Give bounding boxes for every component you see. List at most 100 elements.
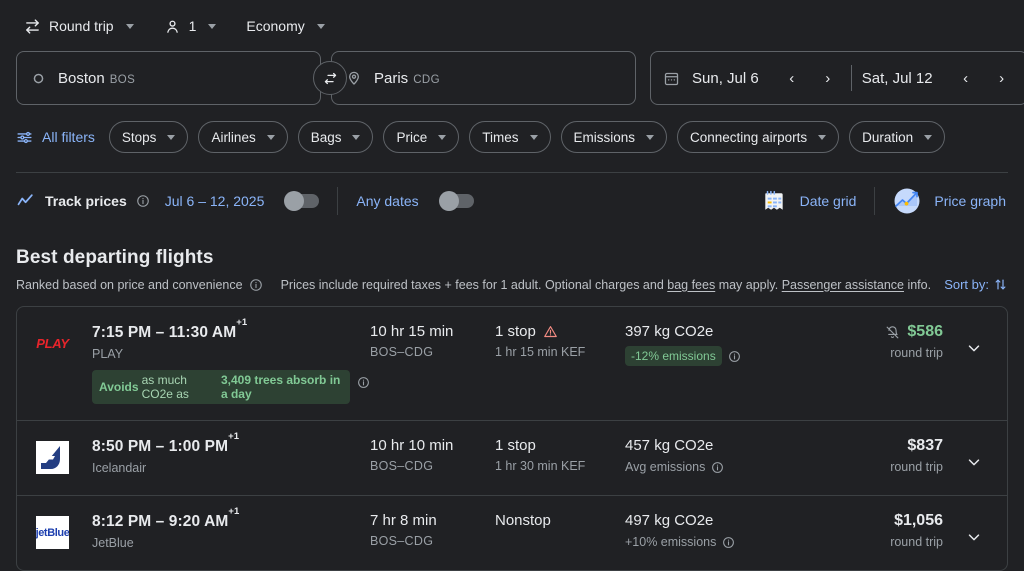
- flight-stops-column: Nonstop: [495, 512, 625, 534]
- return-date-value: Sat, Jul 12: [861, 69, 933, 87]
- return-next-day-button[interactable]: ›: [989, 65, 1015, 91]
- table-row[interactable]: 8:50 PM – 1:00 PM+1 Icelandair 10 hr 10 …: [17, 421, 1007, 497]
- eco-badge-bold: Avoids: [99, 380, 139, 395]
- chevron-down-icon: [529, 134, 538, 140]
- filter-pill-duration[interactable]: Duration: [849, 121, 946, 153]
- passengers-selector[interactable]: 1: [156, 14, 225, 39]
- toggle-knob: [438, 191, 459, 211]
- sort-by-button[interactable]: Sort by:: [944, 277, 1008, 292]
- table-row[interactable]: jetBlue 8:12 PM – 9:20 AM+1 JetBlue 7 hr…: [17, 496, 1007, 570]
- filter-pill-connecting-airports[interactable]: Connecting airports: [677, 121, 840, 153]
- price-graph-label: Price graph: [934, 193, 1006, 209]
- return-date-cell[interactable]: Sat, Jul 12 ‹ ›: [862, 65, 1015, 91]
- bell-off-icon[interactable]: [885, 325, 900, 340]
- date-range-field[interactable]: Sun, Jul 6 ‹ › Sat, Jul 12 ‹ ›: [650, 51, 1024, 105]
- divider: [337, 187, 339, 215]
- flight-emissions: 457 kg CO2e: [625, 437, 714, 455]
- expand-flight-button[interactable]: [957, 445, 991, 479]
- date-grid-label: Date grid: [799, 193, 857, 209]
- date-divider: [850, 65, 852, 91]
- expand-flight-button[interactable]: [957, 520, 991, 554]
- all-filters-label: All filters: [42, 129, 95, 145]
- filter-pill-times[interactable]: Times: [469, 121, 551, 153]
- flight-times-text: 7:15 PM – 11:30 AM: [92, 324, 237, 342]
- date-grid-button[interactable]: Date grid: [760, 188, 857, 215]
- swap-arrows-icon: [323, 71, 338, 86]
- icelandair-logo: [36, 441, 69, 475]
- filter-label: Stops: [121, 129, 157, 145]
- origin-code: BOS: [109, 73, 136, 86]
- eco-badge-row: Avoids as much CO2e as 3,409 trees absor…: [92, 361, 370, 405]
- toggle-knob: [284, 191, 305, 211]
- depart-next-day-button[interactable]: ›: [815, 65, 841, 91]
- airline-name: PLAY: [92, 347, 124, 362]
- origin-field[interactable]: Boston BOS: [16, 51, 321, 105]
- price-line: $1,056: [805, 512, 943, 530]
- filter-pill-airlines[interactable]: Airlines: [198, 121, 288, 153]
- flight-emissions: 397 kg CO2e: [625, 323, 714, 340]
- filter-pill-bags[interactable]: Bags: [297, 121, 374, 153]
- filter-label: Price: [396, 129, 428, 145]
- flight-price: $1,056: [894, 512, 943, 530]
- flight-results-card: PLAY 7:15 PM – 11:30 AM+1 PLAY Avoids as…: [16, 306, 1008, 571]
- day-offset: +1: [228, 506, 240, 518]
- track-prices-toggle[interactable]: [284, 191, 320, 211]
- flight-stops: Nonstop: [495, 512, 625, 529]
- cabin-class-selector[interactable]: Economy: [238, 14, 332, 38]
- circle-icon: [31, 71, 46, 86]
- flight-times-text: 8:50 PM – 1:00 PM: [92, 438, 229, 456]
- track-prices-bar: Track prices Jul 6 – 12, 2025 Any dates: [0, 173, 1024, 229]
- any-dates-label: Any dates: [356, 193, 419, 209]
- flight-emissions-sub: Avg emissions: [625, 460, 805, 474]
- filter-pill-emissions[interactable]: Emissions: [560, 121, 668, 153]
- info-icon[interactable]: [357, 376, 370, 389]
- info-icon[interactable]: [722, 536, 735, 549]
- bag-fees-link[interactable]: bag fees: [667, 278, 715, 292]
- sort-by-label: Sort by:: [944, 277, 989, 292]
- airline-name: JetBlue: [92, 536, 134, 551]
- info-icon[interactable]: [711, 461, 724, 474]
- ranked-note: Ranked based on price and convenience: [16, 278, 263, 292]
- flight-route: BOS–CDG: [370, 345, 434, 359]
- flight-stops: 1 stop: [495, 437, 625, 454]
- all-filters-button[interactable]: All filters: [16, 129, 99, 146]
- flight-trip-type: round trip: [890, 460, 943, 475]
- chevron-down-icon: [167, 134, 176, 140]
- trending-line-icon: [16, 191, 36, 211]
- info-icon[interactable]: [728, 350, 741, 363]
- chevron-down-icon: [266, 134, 275, 140]
- prices-note-pre: Prices include required taxes + fees for…: [280, 277, 668, 292]
- trip-type-selector[interactable]: Round trip: [16, 14, 142, 39]
- swap-locations-button[interactable]: [313, 61, 347, 95]
- price-graph-button[interactable]: Price graph: [893, 187, 1006, 215]
- depart-prev-day-button[interactable]: ‹: [779, 65, 805, 91]
- passenger-count: 1: [188, 18, 197, 34]
- table-row[interactable]: PLAY 7:15 PM – 11:30 AM+1 PLAY Avoids as…: [17, 307, 1007, 422]
- passenger-assistance-link[interactable]: Passenger assistance: [782, 278, 904, 292]
- filter-pill-price[interactable]: Price: [383, 121, 460, 153]
- flight-times: 8:50 PM – 1:00 PM+1: [92, 431, 370, 456]
- depart-date-cell[interactable]: Sun, Jul 6 ‹ ›: [663, 65, 841, 91]
- return-prev-day-button[interactable]: ‹: [953, 65, 979, 91]
- chevron-down-icon: [965, 339, 983, 357]
- jetblue-logo-text: jetBlue: [36, 526, 69, 539]
- info-icon[interactable]: [136, 194, 150, 208]
- prices-note-mid: may apply.: [715, 277, 782, 292]
- info-icon[interactable]: [249, 278, 263, 292]
- flight-time-column: 8:50 PM – 1:00 PM+1 Icelandair: [92, 431, 370, 475]
- divider: [874, 187, 876, 215]
- filter-label: Emissions: [573, 129, 636, 145]
- chevron-down-icon: [924, 134, 933, 140]
- flight-price-column: $837 round trip: [805, 437, 949, 474]
- expand-flight-button[interactable]: [957, 331, 991, 365]
- destination-city: Paris: [374, 69, 409, 87]
- destination-field[interactable]: Paris CDG: [331, 51, 636, 105]
- destination-value: Paris CDG: [374, 70, 440, 87]
- flight-duration: 10 hr 15 min: [370, 323, 454, 340]
- flight-stops: 1 stop: [495, 323, 625, 340]
- swap-horizontal-icon: [24, 18, 41, 35]
- flight-duration-column: 10 hr 15 min BOS–CDG: [370, 323, 495, 359]
- any-dates-toggle[interactable]: [438, 191, 474, 211]
- filter-pill-stops[interactable]: Stops: [108, 121, 189, 153]
- eco-badge: Avoids as much CO2e as 3,409 trees absor…: [92, 370, 350, 405]
